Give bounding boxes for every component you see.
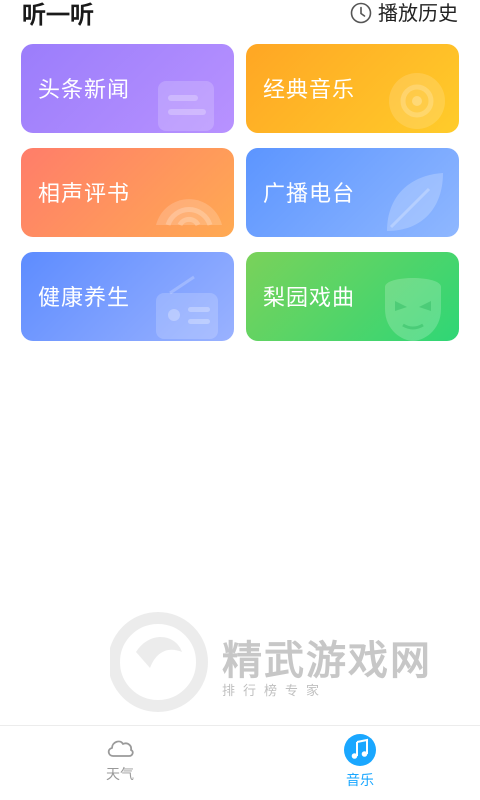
play-history-button[interactable]: 播放历史	[350, 0, 458, 26]
cloud-icon	[107, 740, 134, 757]
category-label: 健康养生	[38, 286, 131, 311]
radio-icon	[156, 275, 218, 339]
category-card-news[interactable]: 头条新闻	[21, 44, 234, 133]
leaf-icon	[387, 173, 443, 231]
music-note-icon	[344, 734, 376, 766]
category-grid: 头条新闻 经典音乐 相声评书 广播电台 健康养生 梨园戏曲	[21, 44, 459, 341]
clock-icon	[350, 2, 372, 24]
category-label: 头条新闻	[38, 78, 131, 103]
disc-icon	[389, 73, 445, 129]
play-history-label: 播放历史	[378, 1, 458, 25]
tab-label: 音乐	[346, 773, 374, 789]
opera-mask-icon	[385, 278, 441, 341]
category-card-health[interactable]: 健康养生	[21, 252, 234, 341]
category-card-music[interactable]: 经典音乐	[246, 44, 459, 133]
tab-weather[interactable]: 天气	[0, 726, 240, 800]
category-card-opera[interactable]: 梨园戏曲	[246, 252, 459, 341]
category-label: 相声评书	[38, 182, 131, 207]
tab-music[interactable]: 音乐	[240, 726, 480, 800]
newspaper-icon	[158, 81, 214, 131]
category-label: 经典音乐	[263, 78, 356, 103]
header: 听一听 播放历史	[0, 0, 480, 34]
fan-icon	[156, 199, 222, 227]
watermark-title: 精武游戏网	[222, 638, 432, 684]
watermark-subtitle: 排行榜专家	[222, 684, 328, 699]
category-label: 梨园戏曲	[263, 286, 356, 311]
tab-label: 天气	[106, 767, 134, 783]
category-card-crosstalk[interactable]: 相声评书	[21, 148, 234, 237]
category-card-radio[interactable]: 广播电台	[246, 148, 459, 237]
bottom-tab-bar: 天气 音乐	[0, 725, 480, 800]
category-label: 广播电台	[263, 182, 356, 207]
page-title: 听一听	[22, 1, 94, 29]
